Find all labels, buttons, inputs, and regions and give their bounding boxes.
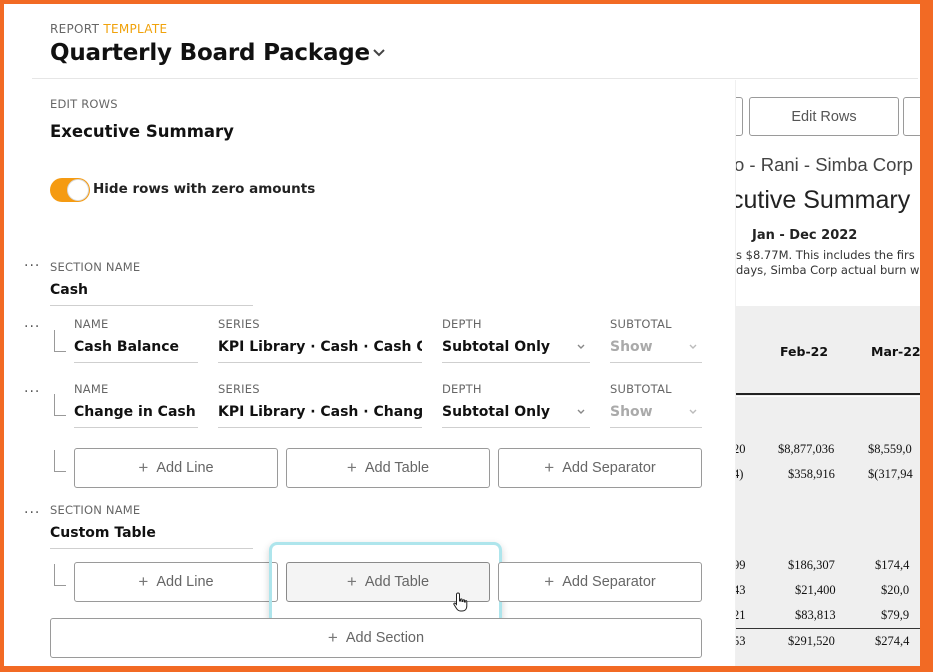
section-name-value[interactable]: Custom Table xyxy=(50,525,156,541)
row-series-label: SERIES xyxy=(218,317,260,331)
plus-icon: + xyxy=(138,458,149,477)
row-name-label: NAME xyxy=(74,382,109,396)
row-depth-select[interactable]: Subtotal Only xyxy=(442,404,572,420)
table-cell: $358,916 xyxy=(788,467,835,481)
more-dots-icon[interactable]: ··· xyxy=(24,319,40,335)
table-cell: $174,4 xyxy=(875,558,910,572)
plus-icon: + xyxy=(544,458,555,477)
total-rule xyxy=(736,628,920,629)
preview-toolbar-button[interactable] xyxy=(903,97,920,136)
more-dots-icon[interactable]: ··· xyxy=(24,505,40,521)
section-name-underline xyxy=(50,305,253,306)
row-depth-select[interactable]: Subtotal Only xyxy=(442,339,572,355)
row-name-underline xyxy=(74,427,198,428)
row-name-value[interactable]: Change in Cash xyxy=(74,404,198,420)
add-line-button[interactable]: + Add Line xyxy=(74,448,278,488)
row-name-label: NAME xyxy=(74,317,109,331)
plus-icon: + xyxy=(346,572,357,591)
row-series-underline xyxy=(218,362,422,363)
table-cell: 20 xyxy=(736,442,746,456)
table-cell: $79,9 xyxy=(881,608,910,622)
plus-icon: + xyxy=(544,572,555,591)
window-edge xyxy=(920,0,929,672)
edit-rows-button[interactable]: Edit Rows xyxy=(749,97,899,136)
more-dots-icon[interactable]: ··· xyxy=(24,384,40,400)
row-connector xyxy=(54,450,66,472)
preview-description-line: s $8.77M. This includes the firs xyxy=(736,248,915,262)
section-name-label: SECTION NAME xyxy=(50,503,141,517)
preview-table-body xyxy=(736,397,920,666)
row-subtotal-underline xyxy=(610,362,702,363)
hide-zero-rows-label: Hide rows with zero amounts xyxy=(93,181,316,197)
row-connector xyxy=(54,394,66,416)
row-subtotal-label: SUBTOTAL xyxy=(610,317,672,331)
editor-page-name: Executive Summary xyxy=(50,122,234,141)
plus-icon: + xyxy=(346,458,357,477)
preview-description-line: days, Simba Corp actual burn w xyxy=(736,263,920,277)
table-cell: 53 xyxy=(736,634,746,648)
hand-cursor-icon xyxy=(453,592,468,612)
chevron-down-icon[interactable] xyxy=(688,342,698,352)
row-subtotal-underline xyxy=(610,427,702,428)
table-cell: 4) xyxy=(736,467,744,481)
hide-zero-rows-toggle[interactable] xyxy=(50,178,90,202)
header-divider xyxy=(32,78,918,79)
column-header: Feb-22 xyxy=(780,344,829,359)
row-series-value[interactable]: KPI Library · Cash · Change... xyxy=(218,404,422,420)
row-subtotal-label: SUBTOTAL xyxy=(610,382,672,396)
row-connector xyxy=(54,564,66,586)
toggle-knob xyxy=(67,179,89,201)
row-series-value[interactable]: KPI Library · Cash · Cash O... xyxy=(218,339,422,355)
table-cell: $8,877,036 xyxy=(778,442,835,456)
column-header: Mar-22 xyxy=(871,344,920,359)
table-cell: $21,400 xyxy=(795,583,836,597)
add-separator-button[interactable]: + Add Separator xyxy=(498,562,702,602)
edit-rows-label: EDIT ROWS xyxy=(50,97,118,111)
preview-period: Jan - Dec 2022 xyxy=(752,228,858,243)
preview-company-line: o - Rani - Simba Corp xyxy=(735,154,913,175)
chevron-down-icon[interactable] xyxy=(576,407,586,417)
add-line-button[interactable]: + Add Line xyxy=(74,562,278,602)
table-cell: $291,520 xyxy=(788,634,835,648)
preview-toolbar-button[interactable] xyxy=(736,97,743,136)
chevron-down-icon[interactable] xyxy=(688,407,698,417)
table-cell: $20,0 xyxy=(881,583,910,597)
row-series-underline xyxy=(218,427,422,428)
table-cell: $186,307 xyxy=(788,558,835,572)
more-dots-icon[interactable]: ··· xyxy=(24,258,40,274)
row-depth-underline xyxy=(442,362,590,363)
page-title: Quarterly Board Package xyxy=(50,40,370,66)
table-cell: 21 xyxy=(736,608,746,622)
row-depth-label: DEPTH xyxy=(442,317,482,331)
row-name-underline xyxy=(74,362,198,363)
table-cell: $(317,94 xyxy=(868,467,913,481)
table-cell: 43 xyxy=(736,583,746,597)
plus-icon: + xyxy=(138,572,149,591)
preview-title: cutive Summary xyxy=(735,186,911,214)
row-connector xyxy=(54,330,66,352)
section-name-underline xyxy=(50,548,253,549)
section-name-value[interactable]: Cash xyxy=(50,282,88,298)
chevron-down-icon[interactable] xyxy=(372,46,386,60)
row-depth-underline xyxy=(442,427,590,428)
table-cell: $83,813 xyxy=(795,608,836,622)
row-subtotal-select[interactable]: Show xyxy=(610,404,653,420)
report-preview-pane: Edit Rows o - Rani - Simba Corp cutive S… xyxy=(735,80,920,666)
chevron-down-icon[interactable] xyxy=(576,342,586,352)
table-cell: $8,559,0 xyxy=(868,442,912,456)
plus-icon: + xyxy=(327,628,338,647)
report-template-label: REPORT TEMPLATE xyxy=(50,22,168,36)
add-separator-button[interactable]: + Add Separator xyxy=(498,448,702,488)
row-series-label: SERIES xyxy=(218,382,260,396)
add-section-button[interactable]: + Add Section xyxy=(50,618,702,658)
table-cell: 99 xyxy=(736,558,746,572)
row-subtotal-select[interactable]: Show xyxy=(610,339,653,355)
header-rule xyxy=(736,393,920,395)
row-name-value[interactable]: Cash Balance xyxy=(74,339,198,355)
table-cell: $274,4 xyxy=(875,634,910,648)
row-depth-label: DEPTH xyxy=(442,382,482,396)
add-table-button[interactable]: + Add Table xyxy=(286,448,490,488)
section-name-label: SECTION NAME xyxy=(50,260,141,274)
